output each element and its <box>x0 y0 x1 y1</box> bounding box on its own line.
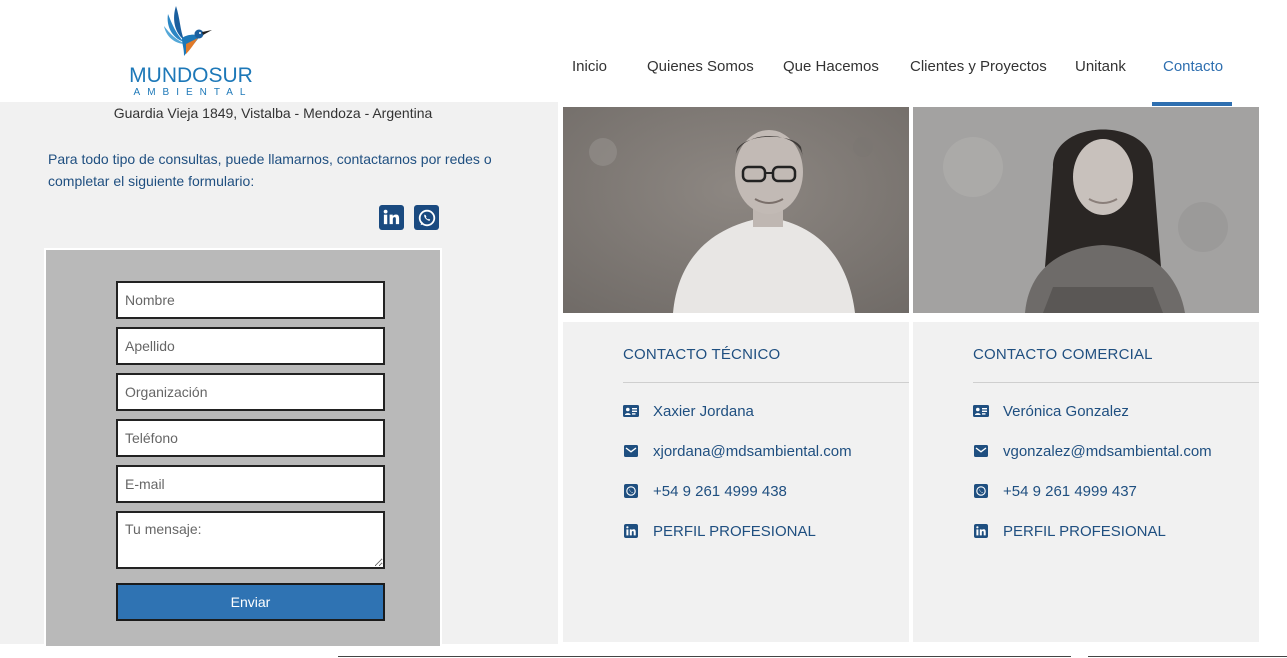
contact-phone-link[interactable]: +54 9 261 4999 437 <box>1003 483 1137 500</box>
footer-divider <box>338 656 1071 657</box>
contact-phone-row[interactable]: +54 9 261 4999 437 <box>973 481 1137 501</box>
envelope-icon <box>623 443 639 459</box>
enviar-button[interactable]: Enviar <box>116 583 385 621</box>
contact-phone-row[interactable]: +54 9 261 4999 438 <box>623 481 787 501</box>
contact-profile-row[interactable]: PERFIL PROFESIONAL <box>623 521 816 541</box>
photo-contacto-tecnico <box>563 107 909 313</box>
contact-name: Verónica Gonzalez <box>1003 402 1129 420</box>
contact-form-panel: Guardia Vieja 1849, Vistalba - Mendoza -… <box>0 102 558 646</box>
card-contacto-comercial: CONTACTO COMERCIAL Verónica Gonzalez vgo… <box>913 322 1259 642</box>
contact-email-row[interactable]: xjordana@mdsambiental.com <box>623 441 852 461</box>
mensaje-textarea[interactable] <box>116 511 385 569</box>
email-input[interactable] <box>116 465 385 503</box>
nombre-input[interactable] <box>116 281 385 319</box>
nav-quienes-somos[interactable]: Quienes Somos <box>647 58 754 75</box>
apellido-input[interactable] <box>116 327 385 365</box>
card-contacto-tecnico: CONTACTO TÉCNICO Xaxier Jordana xjordana… <box>563 322 909 642</box>
nav-que-hacemos[interactable]: Que Hacemos <box>783 58 879 75</box>
nav-inicio[interactable]: Inicio <box>572 58 607 75</box>
contact-name-row: Xaxier Jordana <box>623 401 754 421</box>
divider <box>623 382 909 383</box>
nav-contacto[interactable]: Contacto <box>1163 58 1223 75</box>
kingfisher-logo-icon <box>164 6 212 56</box>
perfil-profesional-link[interactable]: PERFIL PROFESIONAL <box>653 523 816 540</box>
logo[interactable]: MUNDOSUR AMBIENTAL <box>126 4 256 100</box>
linkedin-icon[interactable] <box>379 205 404 230</box>
nav-clientes-proyectos[interactable]: Clientes y Proyectos <box>910 58 1047 75</box>
linkedin-icon <box>973 523 989 539</box>
contact-email-link[interactable]: xjordana@mdsambiental.com <box>653 443 852 460</box>
linkedin-icon <box>623 523 639 539</box>
contact-email-row[interactable]: vgonzalez@mdsambiental.com <box>973 441 1212 461</box>
whatsapp-icon <box>623 483 639 499</box>
logo-subtitle: AMBIENTAL <box>133 87 253 98</box>
photo-contacto-comercial <box>913 107 1259 313</box>
intro-text: Para todo tipo de consultas, puede llama… <box>48 151 492 189</box>
envelope-icon <box>973 443 989 459</box>
nav-unitank[interactable]: Unitank <box>1075 58 1126 75</box>
id-card-icon <box>623 403 639 419</box>
perfil-profesional-link[interactable]: PERFIL PROFESIONAL <box>1003 523 1166 540</box>
whatsapp-icon[interactable] <box>414 205 439 230</box>
nav-active-indicator <box>1152 102 1232 106</box>
whatsapp-icon <box>973 483 989 499</box>
contact-name: Xaxier Jordana <box>653 402 754 420</box>
contact-email-link[interactable]: vgonzalez@mdsambiental.com <box>1003 443 1212 460</box>
footer-divider <box>1088 656 1287 657</box>
logo-name: MUNDOSUR <box>129 64 253 87</box>
contact-form: Enviar <box>44 248 442 646</box>
card-title: CONTACTO COMERCIAL <box>973 346 1153 363</box>
card-title: CONTACTO TÉCNICO <box>623 346 781 363</box>
contact-name-row: Verónica Gonzalez <box>973 401 1129 421</box>
contact-profile-row[interactable]: PERFIL PROFESIONAL <box>973 521 1166 541</box>
organizacion-input[interactable] <box>116 373 385 411</box>
address-text: Guardia Vieja 1849, Vistalba - Mendoza -… <box>113 105 433 121</box>
id-card-icon <box>973 403 989 419</box>
telefono-input[interactable] <box>116 419 385 457</box>
contact-phone-link[interactable]: +54 9 261 4999 438 <box>653 483 787 500</box>
divider <box>973 382 1259 383</box>
site-header: MUNDOSUR AMBIENTAL Inicio Quienes Somos … <box>0 0 1287 106</box>
